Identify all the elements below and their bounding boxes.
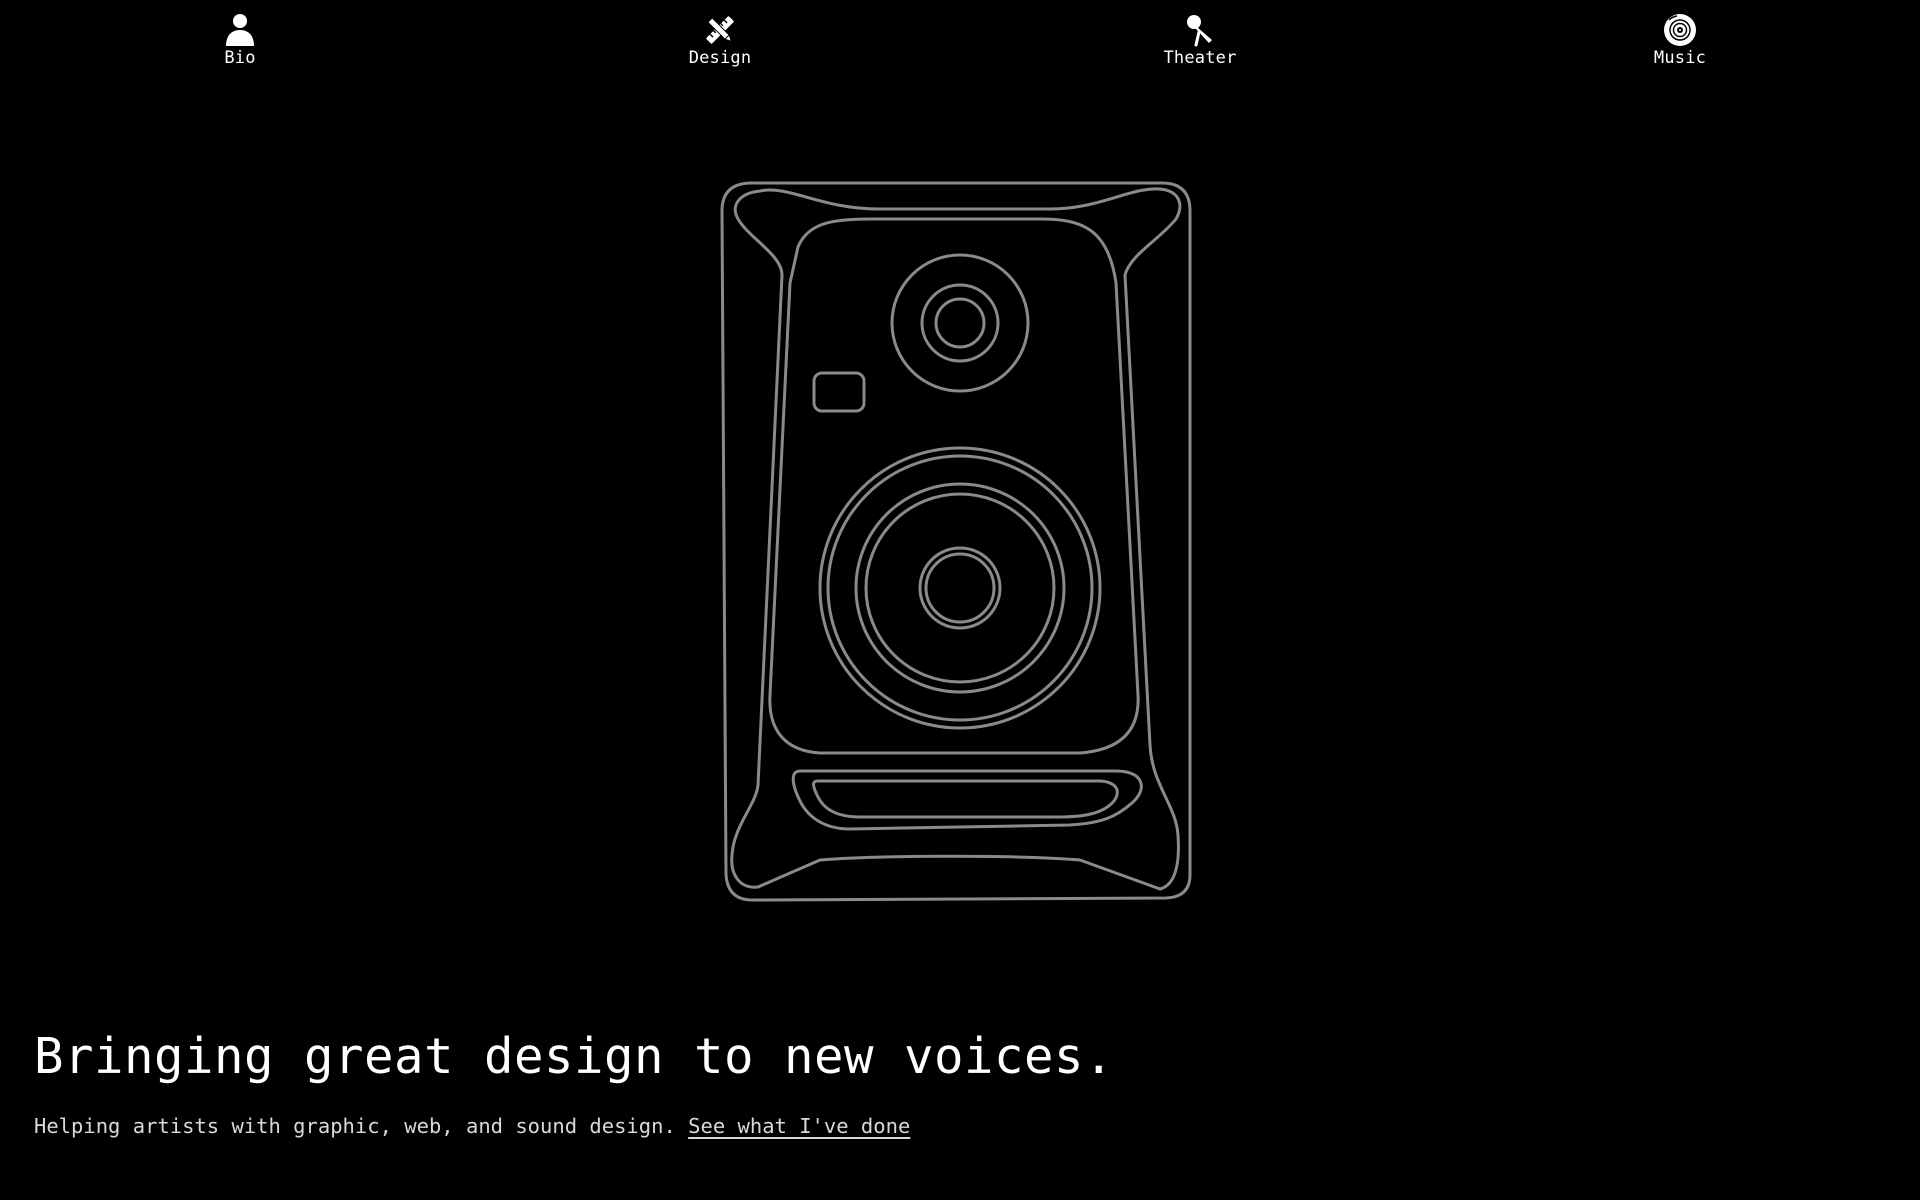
hero-subline: Helping artists with graphic, web, and s… — [34, 1113, 910, 1139]
page: Bio Design Theater Music Bringing great … — [0, 0, 1920, 1200]
pencil-ruler-icon — [702, 12, 738, 48]
nav-label-bio: Bio — [224, 48, 256, 68]
see-work-link[interactable]: See what I've done — [688, 1114, 910, 1138]
hero-headline: Bringing great design to new voices. — [34, 1028, 1115, 1085]
nav-item-music[interactable]: Music — [1610, 12, 1750, 68]
person-icon — [222, 12, 258, 48]
microphone-icon — [1182, 12, 1218, 48]
nav-item-theater[interactable]: Theater — [1130, 12, 1270, 68]
nav-item-design[interactable]: Design — [650, 12, 790, 68]
top-nav: Bio Design Theater Music — [0, 0, 1920, 80]
nav-label-design: Design — [688, 48, 752, 68]
nav-item-bio[interactable]: Bio — [170, 12, 310, 68]
nav-label-music: Music — [1653, 48, 1707, 68]
speaker-illustration — [720, 175, 1195, 905]
vinyl-record-icon — [1662, 12, 1698, 48]
nav-label-theater: Theater — [1163, 48, 1237, 68]
hero-subline-text: Helping artists with graphic, web, and s… — [34, 1114, 676, 1138]
